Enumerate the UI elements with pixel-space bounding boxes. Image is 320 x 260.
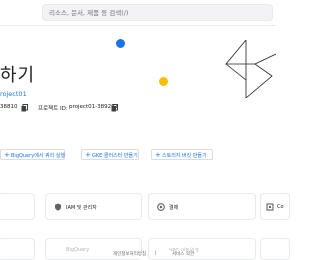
search-box[interactable] xyxy=(42,4,273,21)
plus-icon: + xyxy=(85,151,91,159)
create-storage-bucket-button[interactable]: + 스토리지 버킷 만들기 xyxy=(151,149,213,160)
shield-icon xyxy=(55,203,61,211)
service-tile-vpc[interactable]: VPC 네트워크 xyxy=(148,238,256,260)
privacy-policy-link[interactable]: 개인정보처리방침 xyxy=(111,251,149,259)
copy-icon[interactable] xyxy=(111,104,118,112)
service-tile-partial[interactable] xyxy=(260,238,290,260)
plus-icon: + xyxy=(155,151,161,159)
project-id-label: 프로젝트 ID: xyxy=(38,106,68,112)
top-bar xyxy=(0,0,276,26)
service-tile-billing[interactable]: 결제 xyxy=(148,193,256,220)
create-gke-cluster-button[interactable]: + GKE 클러스터 만들기 xyxy=(81,149,139,160)
copy-icon[interactable] xyxy=(21,104,28,112)
service-tile-empty[interactable] xyxy=(0,193,35,220)
search-input[interactable] xyxy=(49,5,269,20)
billing-icon xyxy=(157,203,165,211)
compute-icon xyxy=(266,203,274,211)
decorative-line-art xyxy=(225,40,276,98)
welcome-heading: 하기 xyxy=(0,65,36,86)
decorative-blue-dot xyxy=(116,39,125,48)
service-tile-iam[interactable]: IAM 및 관리자 xyxy=(45,193,142,220)
footer-separator: | xyxy=(153,251,159,259)
service-tile-compute[interactable]: Co xyxy=(260,193,290,220)
project-name-link[interactable]: roject01 xyxy=(0,90,27,98)
plus-icon: + xyxy=(4,151,10,159)
bigquery-query-button[interactable]: + BigQuery에서 쿼리 실행 xyxy=(0,149,65,160)
terms-of-service-link[interactable]: 서비스 약관 xyxy=(170,251,197,259)
decorative-yellow-dot xyxy=(159,77,168,86)
service-tile-empty[interactable] xyxy=(0,238,35,260)
project-number-value: 38810 xyxy=(0,104,18,110)
